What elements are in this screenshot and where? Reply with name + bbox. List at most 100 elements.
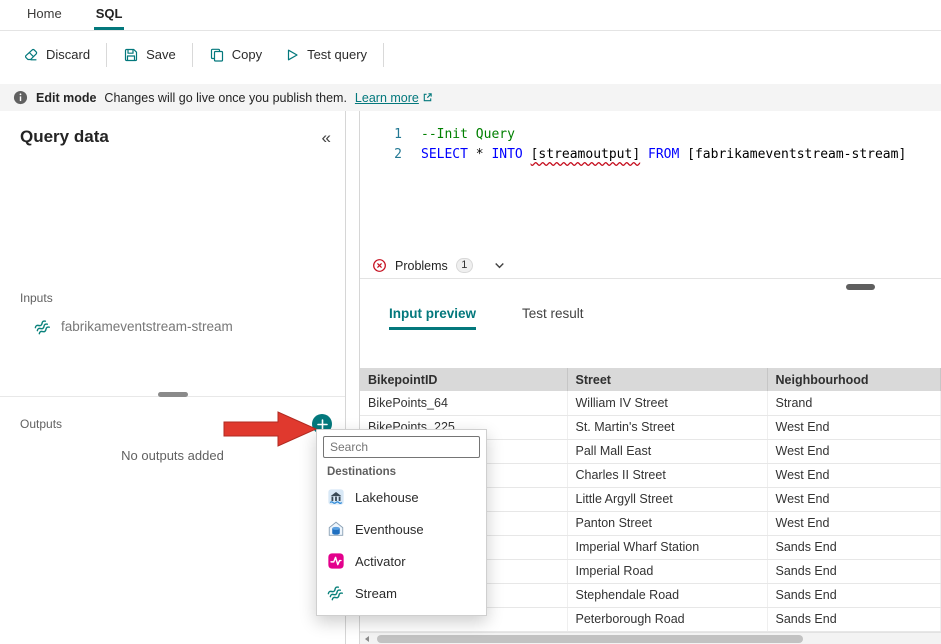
panel-resize-gripper[interactable] xyxy=(157,392,188,397)
problems-count-badge: 1 xyxy=(455,258,473,273)
menu-item-activator[interactable]: Activator xyxy=(317,545,486,577)
activator-icon xyxy=(327,552,345,570)
scrollbar-thumb[interactable] xyxy=(377,635,803,643)
sql-code-editor[interactable]: 1 --Init Query 2 SELECT * INTO [streamou… xyxy=(360,111,941,253)
discard-button[interactable]: Discard xyxy=(12,40,101,70)
test-query-label: Test query xyxy=(307,47,368,62)
chevron-down-icon[interactable] xyxy=(493,259,506,272)
table-cell: Stephendale Road xyxy=(567,583,768,608)
code-token: INTO xyxy=(491,147,523,162)
tab-test-result[interactable]: Test result xyxy=(522,306,584,330)
table-cell: Sands End xyxy=(767,559,941,584)
menu-item-label: Lakehouse xyxy=(355,489,419,505)
menu-item-label: Stream xyxy=(355,585,397,601)
tab-sql[interactable]: SQL xyxy=(93,6,125,30)
toolbar-divider xyxy=(191,42,193,67)
learn-more-link[interactable]: Learn more xyxy=(355,91,433,105)
copy-label: Copy xyxy=(231,47,263,62)
menu-item-label: Eventhouse xyxy=(355,521,424,537)
learn-more-label: Learn more xyxy=(354,90,419,105)
save-icon xyxy=(123,47,139,63)
tab-home[interactable]: Home xyxy=(25,6,64,30)
error-icon xyxy=(372,258,387,273)
table-cell: Strand xyxy=(767,391,941,416)
problems-label: Problems xyxy=(395,258,448,273)
stream-icon xyxy=(34,317,52,335)
info-icon xyxy=(13,90,28,105)
banner-message: Changes will go live once you publish th… xyxy=(104,90,347,105)
line-number: 2 xyxy=(394,147,402,162)
table-cell: Imperial Wharf Station xyxy=(567,535,768,560)
save-button[interactable]: Save xyxy=(112,40,187,70)
table-cell: West End xyxy=(767,439,941,464)
column-header[interactable]: BikepointID xyxy=(360,368,568,391)
table-cell: West End xyxy=(767,463,941,488)
code-token: FROM xyxy=(648,147,680,162)
table-cell: Imperial Road xyxy=(567,559,768,584)
save-label: Save xyxy=(146,47,176,62)
search-input[interactable] xyxy=(323,436,480,458)
toolbar-divider xyxy=(383,42,385,67)
collapse-panel-icon[interactable]: « xyxy=(322,129,331,146)
panel-title: Query data xyxy=(20,127,109,146)
tab-input-preview[interactable]: Input preview xyxy=(389,306,477,330)
input-stream-name: fabrikameventstream-stream xyxy=(61,318,233,334)
table-cell: West End xyxy=(767,415,941,440)
copy-button[interactable]: Copy xyxy=(198,40,273,70)
table-cell: BikePoints_64 xyxy=(360,391,568,416)
lakehouse-icon xyxy=(327,488,345,506)
toolbar-divider xyxy=(106,42,108,67)
table-cell: Peterborough Road xyxy=(567,607,768,632)
eventhouse-icon xyxy=(327,520,345,538)
table-cell: Pall Mall East xyxy=(567,439,768,464)
table-cell: West End xyxy=(767,487,941,512)
code-line-2-content: SELECT * INTO [streamoutput] FROM [fabri… xyxy=(402,145,906,165)
menu-item-stream[interactable]: Stream xyxy=(317,577,486,609)
problems-bar: Problems 1 xyxy=(360,253,941,279)
destinations-section-label: Destinations xyxy=(327,466,397,478)
stream-icon xyxy=(327,584,345,602)
code-token-error: [streamoutput] xyxy=(530,147,641,162)
code-token: * xyxy=(467,147,492,162)
column-header[interactable]: Street xyxy=(567,368,768,391)
scroll-left-icon[interactable] xyxy=(363,635,371,643)
app-tab-bar: Home SQL xyxy=(0,0,941,31)
menu-item-eventhouse[interactable]: Eventhouse xyxy=(317,513,486,545)
table-cell: Sands End xyxy=(767,607,941,632)
menu-item-lakehouse[interactable]: Lakehouse xyxy=(317,481,486,513)
code-token: [fabrikameventstream-stream] xyxy=(687,147,907,162)
destination-list: Lakehouse Eventhouse Activator Stream xyxy=(317,481,486,609)
inputs-section-label: Inputs xyxy=(20,291,53,305)
copy-icon xyxy=(209,47,225,63)
results-tabs: Input preview Test result xyxy=(389,306,584,330)
menu-item-label: Activator xyxy=(355,553,406,569)
table-cell: St. Martin's Street xyxy=(567,415,768,440)
eraser-icon xyxy=(23,47,39,63)
table-cell: Sands End xyxy=(767,583,941,608)
table-cell: Charles II Street xyxy=(567,463,768,488)
external-link-icon xyxy=(422,92,433,103)
horizontal-scrollbar[interactable] xyxy=(360,632,941,644)
code-comment: --Init Query xyxy=(421,127,515,142)
play-icon xyxy=(284,47,300,63)
toolbar: Discard Save Copy Test query xyxy=(0,32,941,77)
test-query-button[interactable]: Test query xyxy=(273,40,378,70)
query-data-panel: Query data « Inputs fabrikameventstream-… xyxy=(0,111,346,644)
table-row[interactable]: BikePoints_64 William IV Street Strand xyxy=(360,391,941,416)
table-cell: Little Argyll Street xyxy=(567,487,768,512)
table-cell: West End xyxy=(767,511,941,536)
banner-title: Edit mode xyxy=(36,90,97,105)
column-header[interactable]: Neighbourhood xyxy=(767,368,941,391)
input-stream-item[interactable]: fabrikameventstream-stream xyxy=(34,317,233,335)
code-token: SELECT xyxy=(421,147,468,162)
line-number: 1 xyxy=(394,127,402,142)
destinations-dropdown: Destinations Lakehouse Eventhouse Activato… xyxy=(316,429,487,616)
preview-table-header-row: BikepointID Street Neighbourhood xyxy=(360,368,941,391)
no-outputs-text: No outputs added xyxy=(121,448,224,463)
results-resize-gripper[interactable] xyxy=(846,284,875,290)
discard-label: Discard xyxy=(46,47,91,62)
outputs-section-label: Outputs xyxy=(20,417,63,431)
